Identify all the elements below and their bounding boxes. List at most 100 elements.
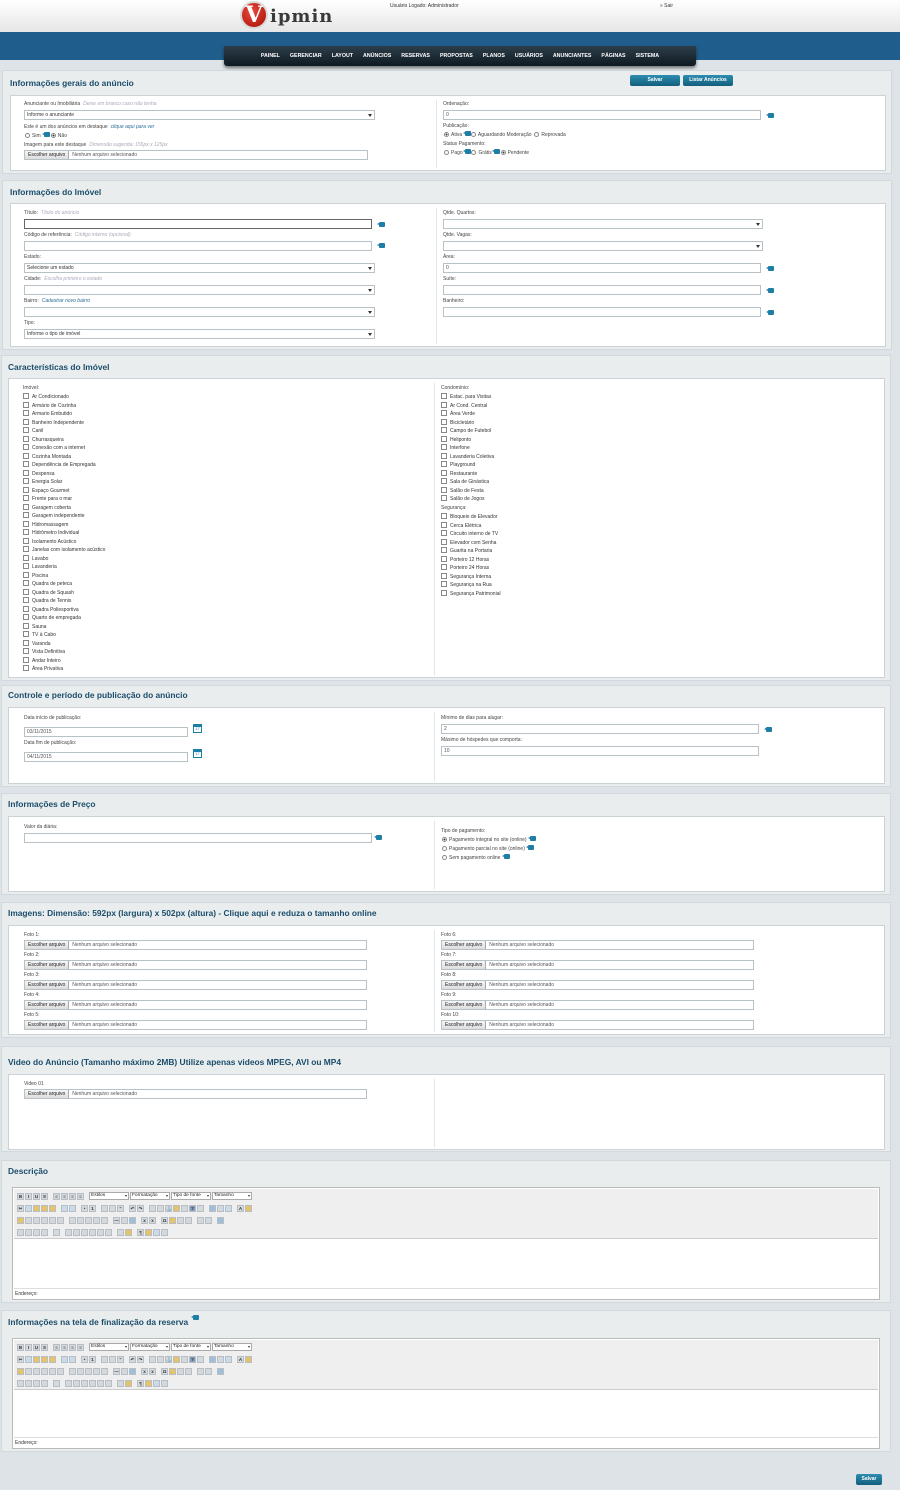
imovel-feature-checkbox[interactable]: Ar Condicionado (23, 393, 69, 400)
seguranca-feature-checkbox[interactable]: Porteiro 24 Horas (441, 564, 489, 571)
link-icon[interactable] (149, 1355, 156, 1363)
choose-file-button[interactable]: Escolher arquivo (25, 1001, 70, 1009)
pay-integral-radio[interactable] (442, 837, 447, 842)
restore-icon[interactable] (153, 1379, 160, 1387)
table-icon[interactable] (209, 1204, 216, 1212)
bathroom-input[interactable] (443, 307, 761, 317)
condominio-feature-checkbox[interactable]: Ar Cond. Central (441, 402, 487, 409)
ltr-icon[interactable] (197, 1216, 204, 1224)
choose-file-button[interactable]: Escolher arquivo (25, 961, 70, 969)
nav-gerenciar[interactable]: GERENCIAR (285, 53, 327, 59)
info-tag-icon[interactable] (462, 131, 471, 136)
preview-icon[interactable] (225, 1355, 232, 1363)
outdent-icon[interactable] (101, 1204, 108, 1212)
logout-link[interactable]: » Sair (660, 3, 673, 9)
blockquote-icon[interactable]: “ (117, 1355, 124, 1363)
nav-sistema[interactable]: SISTEMA (631, 53, 665, 59)
seguranca-feature-checkbox[interactable]: Cerca Elétrica (441, 522, 481, 529)
justify-icon[interactable]: ≡ (77, 1343, 84, 1351)
choose-file-button[interactable]: Escolher arquivo (442, 1001, 487, 1009)
pay-free-radio[interactable] (471, 150, 477, 155)
imovel-feature-checkbox[interactable]: Janelas com isolamento acústico (23, 546, 105, 553)
cell-props-icon[interactable] (33, 1367, 40, 1375)
choose-file-button[interactable]: Escolher arquivo (25, 941, 70, 949)
find-icon[interactable] (61, 1204, 68, 1212)
type-select[interactable]: Informe o tipo de imóvel (24, 329, 375, 339)
remove-format-icon[interactable] (121, 1367, 128, 1375)
media-icon[interactable] (177, 1367, 184, 1375)
nav-planos[interactable]: PLANOS (478, 53, 510, 59)
superscript-icon[interactable]: x (149, 1367, 156, 1375)
paste-word-icon[interactable] (49, 1204, 56, 1212)
delete-col-icon[interactable] (85, 1216, 92, 1224)
italic-icon[interactable]: I (25, 1192, 32, 1200)
pilcrow-icon[interactable]: ¶ (137, 1228, 144, 1236)
city-select[interactable] (24, 285, 375, 295)
seguranca-feature-checkbox[interactable]: Circuito interno de TV (441, 530, 498, 537)
condominio-feature-checkbox[interactable]: Salão de Jogos (441, 495, 484, 502)
abbr-icon[interactable] (73, 1379, 80, 1387)
merge-cells-icon[interactable] (101, 1216, 108, 1224)
imovel-feature-checkbox[interactable]: Churrasqueira (23, 436, 64, 443)
move-forward-icon[interactable] (25, 1228, 32, 1236)
hr-icon[interactable]: — (113, 1367, 120, 1375)
print-icon[interactable] (185, 1367, 192, 1375)
choose-file-button[interactable]: Escolher arquivo (25, 981, 70, 989)
align-left-icon[interactable]: ≡ (53, 1343, 60, 1351)
featured-no-radio[interactable] (50, 133, 56, 138)
ins-icon[interactable] (97, 1228, 104, 1236)
photo-file-input[interactable]: Escolher arquivo Nenhum arquivo seleciona… (24, 960, 367, 970)
styles-select[interactable]: Estilos (89, 1343, 129, 1351)
pay-none-radio[interactable] (442, 855, 447, 860)
attribs-icon[interactable] (105, 1228, 112, 1236)
final-editor[interactable]: BIUS ≡ ≡ ≡ ≡ Estilos Formatação Tipo de fon… (12, 1338, 880, 1449)
imovel-feature-checkbox[interactable]: Hidrômetro Individual (23, 529, 79, 536)
cut-icon[interactable]: ✂ (17, 1204, 24, 1212)
imovel-feature-checkbox[interactable]: Despensa (23, 470, 55, 477)
styleprops-icon[interactable] (53, 1379, 60, 1387)
template-icon[interactable] (125, 1228, 132, 1236)
ins-icon[interactable] (97, 1379, 104, 1387)
seguranca-feature-checkbox[interactable]: Guarita na Portaria (441, 547, 492, 554)
nonbreaking-icon[interactable] (117, 1379, 124, 1387)
info-tag-icon[interactable] (527, 836, 536, 841)
info-tag-icon[interactable] (374, 835, 382, 840)
imovel-feature-checkbox[interactable]: Piscina (23, 572, 48, 579)
info-tag-icon[interactable] (501, 854, 510, 859)
choose-file-button[interactable]: Escolher arquivo (25, 1021, 70, 1029)
choose-file-button[interactable]: Escolher arquivo (442, 961, 487, 969)
anchor-icon[interactable]: ⚓ (165, 1355, 172, 1363)
imovel-feature-checkbox[interactable]: TV à Cabo (23, 631, 56, 638)
ltr-icon[interactable] (197, 1367, 204, 1375)
strike-icon[interactable]: S (41, 1343, 48, 1351)
row-before-icon[interactable] (41, 1216, 48, 1224)
outdent-icon[interactable] (101, 1355, 108, 1363)
table-icon[interactable] (209, 1355, 216, 1363)
advertiser-select[interactable]: Informe o anunciante (24, 110, 375, 120)
indent-icon[interactable] (109, 1204, 116, 1212)
nav-reservas[interactable]: RESERVAS (396, 53, 435, 59)
acronym-icon[interactable] (81, 1228, 88, 1236)
rtl-icon[interactable] (205, 1367, 212, 1375)
underline-icon[interactable]: U (33, 1343, 40, 1351)
imovel-feature-checkbox[interactable]: Banheiro Independente (23, 419, 84, 426)
condominio-feature-checkbox[interactable]: Campo de Futebol (441, 427, 491, 434)
info-tag-icon[interactable] (766, 113, 774, 118)
photo-file-input[interactable]: Escolher arquivo Nenhum arquivo seleciona… (24, 940, 367, 950)
number-list-icon[interactable]: 1 (89, 1204, 96, 1212)
paste-text-icon[interactable] (41, 1355, 48, 1363)
parking-select[interactable] (443, 241, 763, 251)
imovel-feature-checkbox[interactable]: Quadra Poliesportiva (23, 606, 79, 613)
merge-cells-icon[interactable] (101, 1367, 108, 1375)
imovel-feature-checkbox[interactable]: Cozinha Montada (23, 453, 71, 460)
row-after-icon[interactable] (49, 1367, 56, 1375)
condominio-feature-checkbox[interactable]: Interfone (441, 444, 470, 451)
charmap-icon[interactable]: Ω (161, 1216, 168, 1224)
media-icon[interactable] (177, 1216, 184, 1224)
calendar-icon[interactable]: 17 (193, 724, 202, 733)
size-select[interactable]: Tamanho (212, 1343, 252, 1351)
imovel-feature-checkbox[interactable]: Hidromassagem (23, 521, 68, 528)
editor-body[interactable] (14, 1240, 878, 1289)
cut-icon[interactable]: ✂ (17, 1355, 24, 1363)
charmap-icon[interactable]: Ω (161, 1367, 168, 1375)
